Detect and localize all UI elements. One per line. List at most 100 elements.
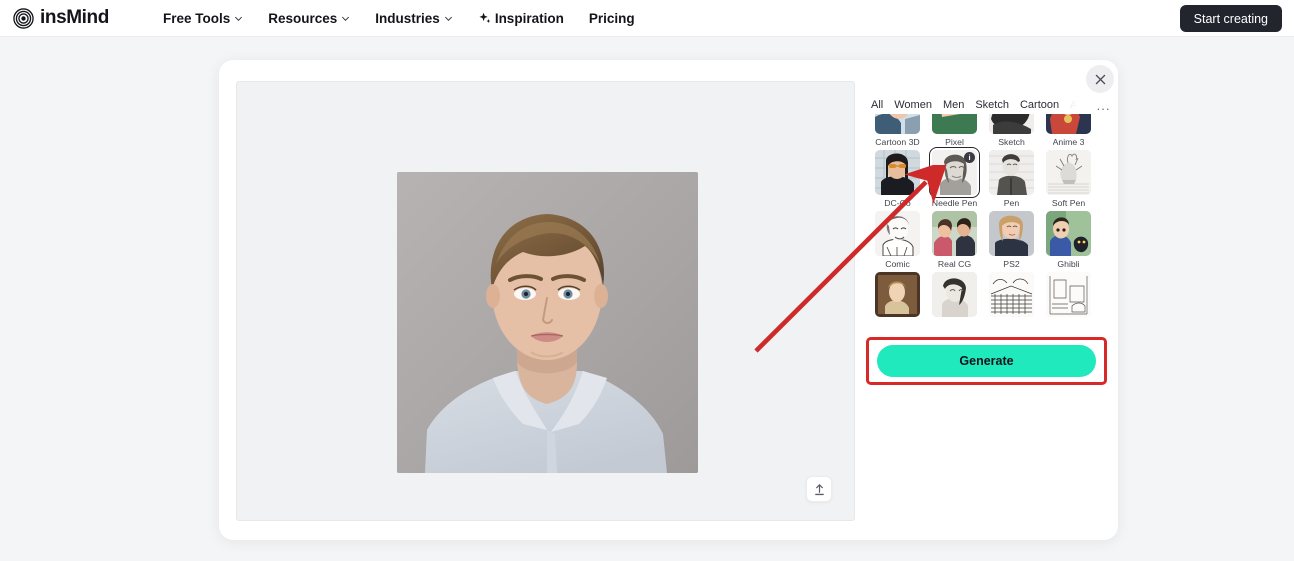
thumb-interior-sketch-icon xyxy=(1046,272,1091,317)
thumb-pen-icon xyxy=(989,150,1034,195)
tab-anime-truncated[interactable]: An xyxy=(1070,99,1083,111)
style-thumbnail[interactable] xyxy=(989,211,1034,256)
tab-all[interactable]: All xyxy=(871,99,883,111)
style-thumbnail[interactable]: i xyxy=(929,147,980,198)
thumb-line-art-architecture-icon xyxy=(989,272,1034,317)
style-cell-comic[interactable]: Comic xyxy=(871,208,924,269)
style-thumbnail[interactable] xyxy=(1046,114,1091,134)
nav-item-industries[interactable]: Industries xyxy=(375,11,453,26)
thumb-comic-icon xyxy=(875,211,920,256)
style-label: PS2 xyxy=(1003,259,1020,269)
style-cell-row4-2[interactable] xyxy=(928,269,981,320)
style-label: Soft Pen xyxy=(1051,198,1086,208)
nav-label: Resources xyxy=(268,10,338,26)
primary-nav-links: Free Tools Resources Industries Inspirat… xyxy=(163,11,635,26)
style-thumbnail[interactable] xyxy=(989,114,1034,134)
style-cell-pixel[interactable]: Pixel xyxy=(928,114,981,147)
start-creating-button[interactable]: Start creating xyxy=(1179,5,1282,32)
style-cell-dc-comic[interactable]: DC-Co xyxy=(871,147,924,208)
thumb-cartoon-3d-icon xyxy=(875,114,920,134)
style-cell-row4-1[interactable] xyxy=(871,269,924,320)
style-label: Sketch xyxy=(998,137,1025,147)
portrait-young-man-illustration xyxy=(397,172,698,473)
brand-name: insMind xyxy=(40,7,109,28)
style-thumbnail[interactable] xyxy=(989,150,1034,195)
style-thumbnail[interactable] xyxy=(875,150,920,195)
style-cell-ps2[interactable]: PS2 xyxy=(985,208,1038,269)
style-category-tabs: All Women Men Sketch Cartoon An ... xyxy=(869,96,1109,114)
tab-sketch[interactable]: Sketch xyxy=(975,99,1009,111)
style-cell-ghibli[interactable]: Ghibli xyxy=(1042,208,1095,269)
thumb-dc-comic-icon xyxy=(875,150,920,195)
chevron-down-icon xyxy=(444,16,452,21)
style-label: Real CG xyxy=(937,259,972,269)
style-thumbnail[interactable] xyxy=(1046,150,1091,195)
thumb-anime-3-icon xyxy=(1046,114,1091,134)
nav-item-inspiration[interactable]: Inspiration xyxy=(478,11,564,26)
style-thumbnail[interactable] xyxy=(875,272,920,317)
style-grid-scroll-area[interactable]: Cartoon 3D Pixel Sketch Anime 3 DC-Co i … xyxy=(869,114,1105,336)
top-navigation-bar: insMind Free Tools Resources Industries xyxy=(0,0,1294,37)
tabs-overflow-button[interactable]: ... xyxy=(1097,98,1111,113)
style-cell-anime-3[interactable]: Anime 3 xyxy=(1042,114,1095,147)
editor-dialog: All Women Men Sketch Cartoon An ... Cart… xyxy=(219,60,1118,540)
close-dialog-button[interactable] xyxy=(1086,65,1114,93)
thumb-pixel-icon xyxy=(932,114,977,134)
style-label: Pen xyxy=(1003,198,1020,208)
spiral-logo-icon xyxy=(13,7,34,29)
chevron-down-icon xyxy=(342,16,350,21)
thumb-ink-wash-icon xyxy=(932,272,977,317)
thumb-soft-pen-icon xyxy=(1046,150,1091,195)
generate-button[interactable]: Generate xyxy=(877,345,1096,377)
upload-icon xyxy=(814,483,824,495)
style-thumbnail[interactable] xyxy=(1046,272,1091,317)
style-cell-pen[interactable]: Pen xyxy=(985,147,1038,208)
thumb-sketch-icon xyxy=(989,114,1034,134)
style-cell-soft-pen[interactable]: Soft Pen xyxy=(1042,147,1095,208)
style-cell-real-cg[interactable]: Real CG xyxy=(928,208,981,269)
upload-image-button[interactable] xyxy=(806,476,832,502)
nav-item-free-tools[interactable]: Free Tools xyxy=(163,11,243,26)
thumb-ps2-icon xyxy=(989,211,1034,256)
thumb-real-cg-icon xyxy=(932,211,977,256)
style-cell-sketch[interactable]: Sketch xyxy=(985,114,1038,147)
style-thumbnail[interactable] xyxy=(875,211,920,256)
style-thumbnail[interactable] xyxy=(932,272,977,317)
style-thumbnail[interactable] xyxy=(875,114,920,134)
source-portrait-image xyxy=(397,172,698,473)
style-label: Comic xyxy=(885,259,910,269)
style-cell-cartoon-3d[interactable]: Cartoon 3D xyxy=(871,114,924,147)
style-info-badge[interactable]: i xyxy=(964,152,975,163)
style-label: Cartoon 3D xyxy=(875,137,920,147)
style-cell-needle-pen[interactable]: i Needle Pen xyxy=(928,147,981,208)
style-label: Needle Pen xyxy=(931,198,978,208)
tab-men[interactable]: Men xyxy=(943,99,964,111)
nav-item-pricing[interactable]: Pricing xyxy=(589,11,635,26)
close-icon xyxy=(1095,74,1105,84)
style-thumbnail[interactable] xyxy=(932,211,977,256)
style-cell-row4-3[interactable] xyxy=(985,269,1038,320)
tab-cartoon[interactable]: Cartoon xyxy=(1020,99,1059,111)
nav-item-resources[interactable]: Resources xyxy=(268,11,350,26)
style-label: DC-Co xyxy=(884,198,911,208)
style-thumbnail[interactable] xyxy=(1046,211,1091,256)
style-thumbnail[interactable] xyxy=(989,272,1034,317)
thumb-ghibli-icon xyxy=(1046,211,1091,256)
style-label: Ghibli xyxy=(1057,259,1080,269)
style-grid: Cartoon 3D Pixel Sketch Anime 3 DC-Co i … xyxy=(869,114,1105,320)
nav-label: Industries xyxy=(375,10,440,26)
sparkle-icon xyxy=(479,12,491,23)
thumb-oil-painting-icon xyxy=(875,272,920,317)
generate-action-area: Generate xyxy=(866,337,1107,385)
nav-label: Pricing xyxy=(588,10,635,26)
style-label: Anime 3 xyxy=(1052,137,1085,147)
style-thumbnail[interactable] xyxy=(932,114,977,134)
style-label: Pixel xyxy=(945,137,964,147)
nav-label: Inspiration xyxy=(494,10,564,26)
tab-women[interactable]: Women xyxy=(894,99,932,111)
style-cell-row4-4[interactable] xyxy=(1042,269,1095,320)
image-canvas[interactable] xyxy=(236,81,855,521)
nav-label: Free Tools xyxy=(162,10,231,26)
brand-logo[interactable]: insMind xyxy=(13,7,109,29)
chevron-down-icon xyxy=(235,16,243,21)
